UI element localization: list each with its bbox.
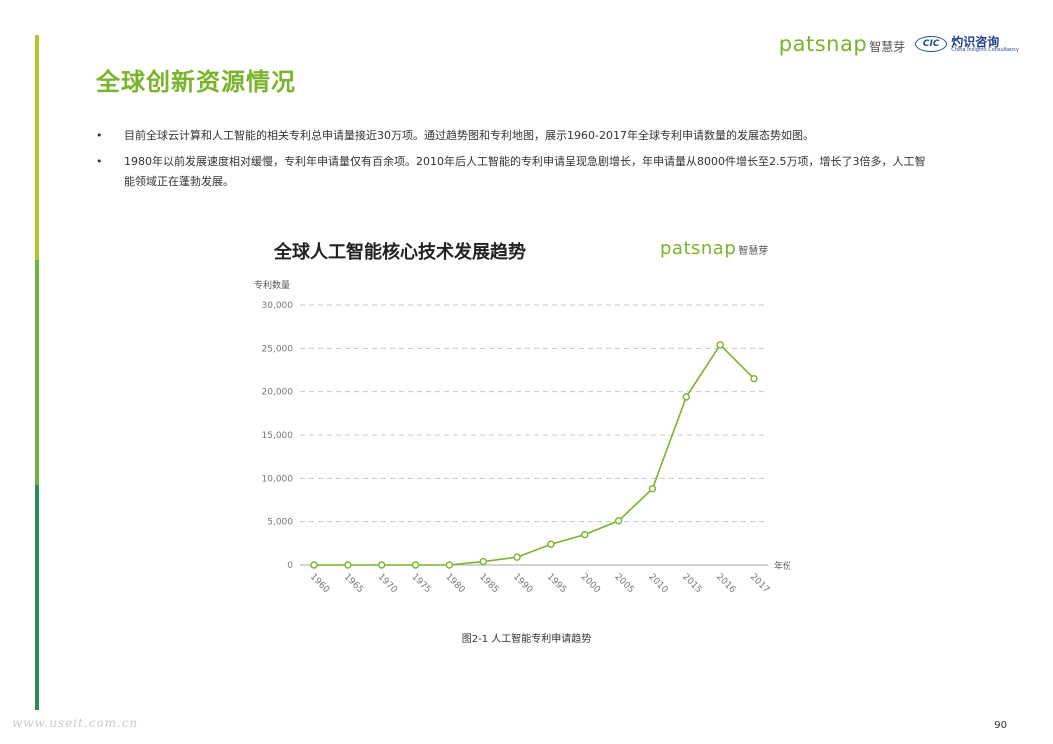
- x-tick-label: 2010: [646, 572, 669, 595]
- y-tick-label: 30,000: [262, 301, 294, 311]
- data-point: [648, 485, 657, 493]
- figure-caption: 图2-1 人工智能专利申请趋势: [461, 634, 592, 645]
- data-point: [479, 557, 487, 566]
- x-tick-label: 1990: [511, 572, 534, 595]
- y-tick-label: 15,000: [262, 431, 294, 441]
- x-tick-label: 1970: [376, 572, 399, 595]
- data-point: [310, 561, 318, 569]
- data-point: [716, 341, 724, 349]
- bullet-text: 目前全球云计算和人工智能的相关专利总申请量接近30万项。通过趋势图和专利地图，展…: [124, 129, 814, 142]
- x-tick-label: 1960: [308, 572, 331, 595]
- page-title: 全球创新资源情况: [96, 68, 296, 96]
- bullet-list: • 目前全球云计算和人工智能的相关专利总申请量接近30万项。通过趋势图和专利地图…: [96, 126, 936, 198]
- bullet-item: • 1980年以前发展速度相对缓慢，专利年申请量仅有百余项。2010年后人工智能…: [96, 152, 936, 192]
- data-point: [377, 561, 386, 569]
- watermark: www.useit.com.cn: [12, 716, 139, 730]
- bullet-text: 1980年以前发展速度相对缓慢，专利年申请量仅有百余项。2010年后人工智能的专…: [124, 155, 926, 188]
- data-point: [750, 374, 758, 383]
- y-tick-label: 0: [287, 561, 293, 571]
- accent-bar-top: [35, 35, 39, 260]
- data-point: [411, 561, 420, 569]
- data-point: [581, 530, 589, 539]
- patsnap-logo-text: patsnap: [778, 32, 868, 56]
- chart-container: 全球人工智能核心技术发展趋势 patsnap 智慧芽 0 5,000 10,000 1…: [250, 232, 790, 612]
- x-tick-label: 1995: [545, 572, 568, 595]
- x-tick-label: 2017: [748, 572, 771, 595]
- patsnap-logo: patsnap 智慧芽: [779, 32, 905, 56]
- cic-logo-mark: CIC: [915, 36, 948, 52]
- data-point: [513, 553, 521, 561]
- line-chart: 0 5,000 10,000 15,000 20,000 25,000 30,000 专利数量…: [254, 279, 790, 596]
- cic-logo: CIC 灼识咨询 China Insights Consultancy: [915, 36, 1019, 53]
- x-tick-label: 2016: [714, 572, 737, 595]
- accent-bar-bottom: [35, 485, 39, 710]
- y-axis-title: 专利数量: [254, 279, 290, 291]
- data-point: [614, 517, 623, 525]
- page-number: 90: [994, 720, 1007, 731]
- patsnap-logo-cn: 智慧芽: [869, 40, 906, 54]
- bullet-dot: •: [96, 129, 103, 142]
- data-point: [682, 393, 691, 401]
- accent-bar-middle: [35, 260, 39, 485]
- x-tick-label: 1985: [477, 572, 500, 595]
- data-point: [547, 540, 555, 548]
- x-tick-label: 1980: [443, 572, 466, 595]
- header-logos: patsnap 智慧芽 CIC 灼识咨询 China Insights Cons…: [779, 32, 1019, 56]
- y-tick-label: 20,000: [262, 388, 294, 398]
- x-axis-title: 年份: [774, 560, 790, 572]
- cic-logo-en: China Insights Consultancy: [951, 46, 1019, 53]
- bullet-item: • 目前全球云计算和人工智能的相关专利总申请量接近30万项。通过趋势图和专利地图…: [96, 126, 936, 146]
- x-tick-label: 2000: [579, 572, 602, 595]
- data-point: [344, 561, 352, 569]
- x-tick-label: 2015: [680, 572, 703, 595]
- y-tick-label: 5,000: [267, 518, 293, 528]
- cic-logo-cn: 灼识咨询: [951, 34, 1000, 49]
- x-tick-label: 1975: [409, 572, 432, 595]
- series-line: [314, 343, 755, 566]
- x-tick-label: 1965: [342, 572, 365, 595]
- x-tick-label: 2005: [612, 572, 635, 595]
- y-tick-label: 10,000: [262, 474, 294, 484]
- y-tick-label: 25,000: [262, 344, 294, 354]
- bullet-dot: •: [96, 155, 103, 168]
- data-point: [445, 561, 454, 569]
